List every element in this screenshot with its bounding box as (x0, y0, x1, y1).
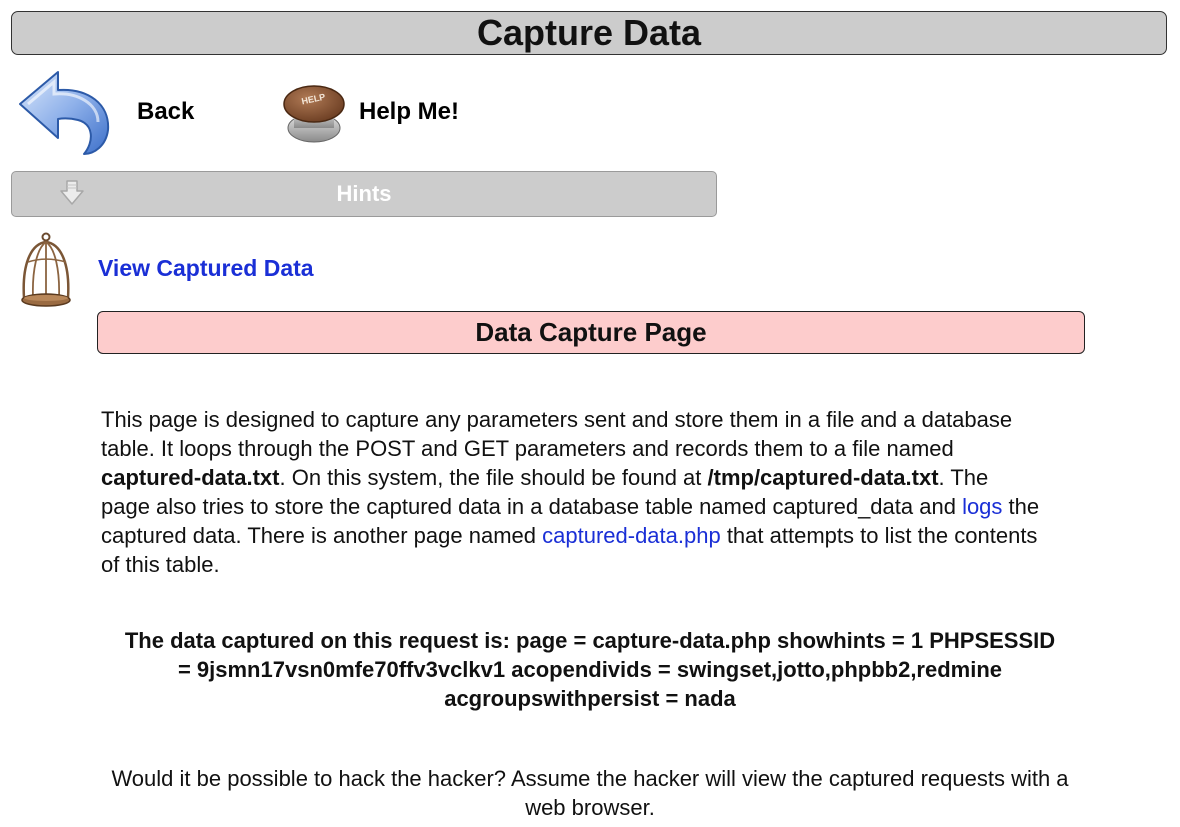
help-icon[interactable]: HELP (282, 80, 348, 146)
hints-toggle[interactable]: Hints (11, 171, 717, 217)
logs-link[interactable]: logs (962, 494, 1002, 519)
page-description: This page is designed to capture any par… (101, 405, 1041, 579)
back-icon[interactable] (18, 68, 118, 156)
file-path: /tmp/captured-data.txt (707, 465, 939, 490)
page-title: Capture Data (11, 11, 1167, 55)
view-captured-data-link[interactable]: View Captured Data (98, 255, 314, 282)
captured-data-page-link[interactable]: captured-data.php (542, 523, 721, 548)
description-text: . On this system, the file should be fou… (279, 465, 708, 490)
hints-label: Hints (336, 181, 392, 206)
file-name: captured-data.txt (101, 465, 280, 490)
birdcage-icon (20, 232, 76, 308)
hint-question: Would it be possible to hack the hacker?… (111, 766, 1069, 820)
back-link[interactable]: Back (137, 98, 194, 126)
description-text: This page is designed to capture any par… (101, 407, 1013, 461)
section-title: Data Capture Page (97, 311, 1085, 354)
help-link[interactable]: Help Me! (359, 98, 459, 126)
captured-data-text: The data captured on this request is: pa… (124, 628, 1056, 711)
